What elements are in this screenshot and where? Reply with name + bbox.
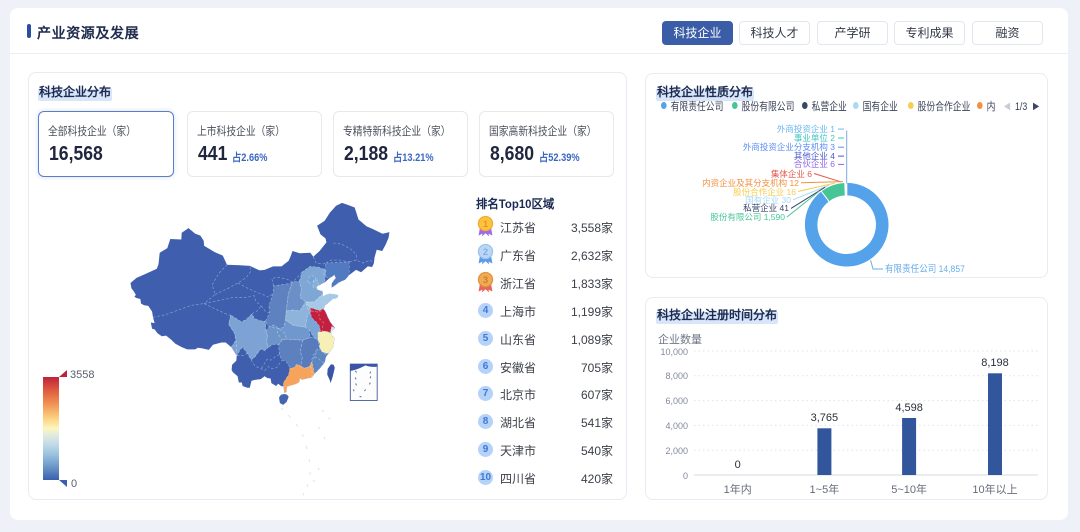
svg-text:1: 1 bbox=[483, 219, 489, 230]
svg-text:2: 2 bbox=[483, 247, 488, 258]
svg-text:3: 3 bbox=[483, 275, 488, 286]
